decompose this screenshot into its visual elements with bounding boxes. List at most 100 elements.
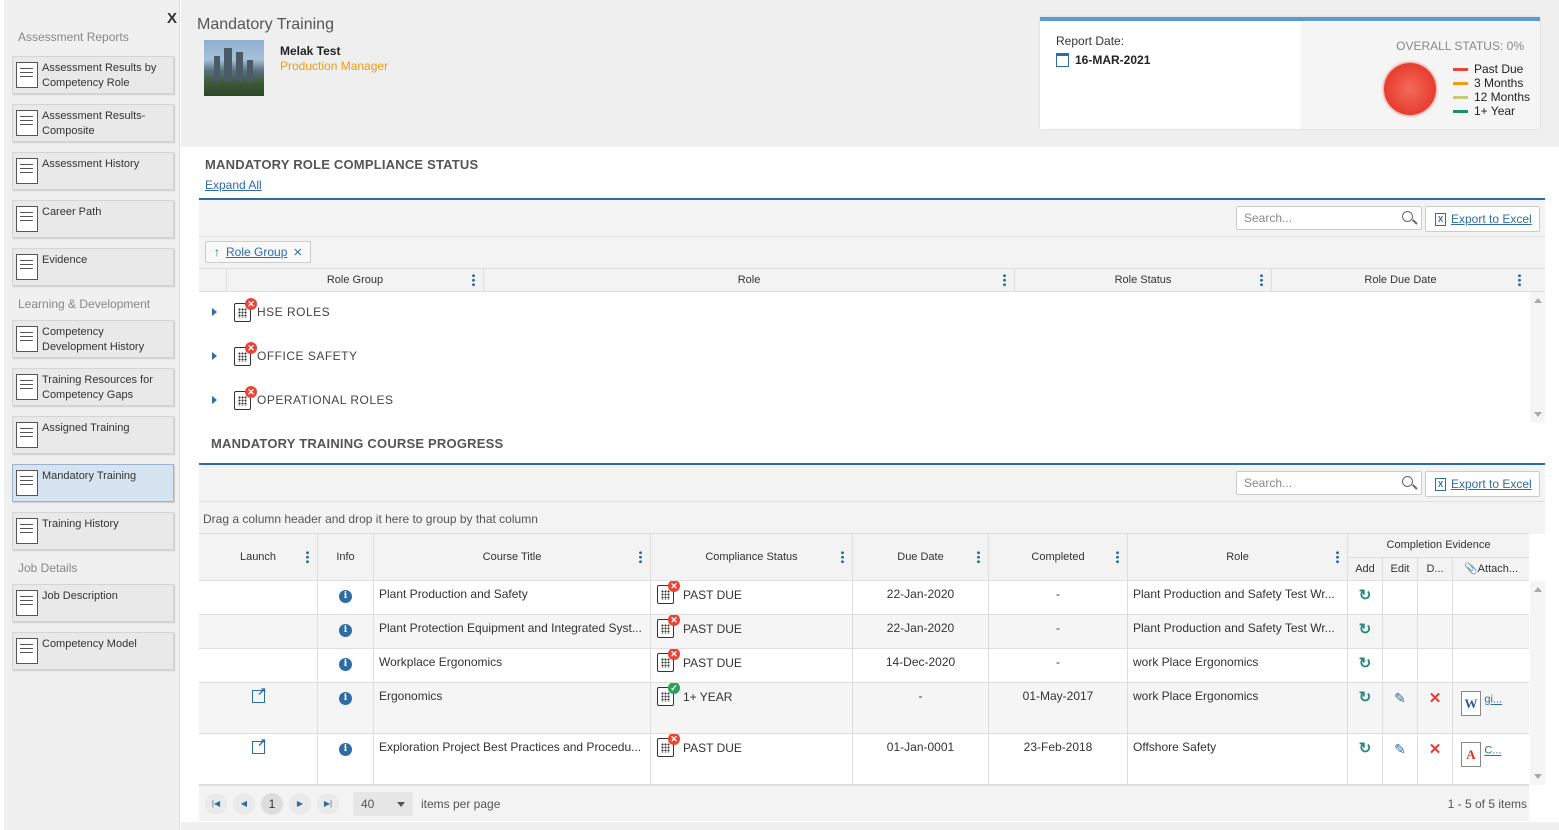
- column-menu-icon[interactable]: [1336, 550, 1339, 564]
- delete-cell: [1418, 581, 1453, 614]
- column-menu-icon[interactable]: [977, 550, 980, 564]
- role-group-row[interactable]: ✕ OFFICE SAFETY: [199, 334, 1529, 378]
- delete-icon[interactable]: ✕: [1429, 740, 1442, 758]
- course-grid-scrollbar[interactable]: [1530, 581, 1545, 785]
- attachment-link[interactable]: C...: [1484, 745, 1501, 757]
- column-header-role-status[interactable]: Role Status: [1015, 269, 1272, 291]
- horizontal-scrollbar[interactable]: [181, 822, 1559, 830]
- sidebar-item-training-history[interactable]: Training History: [12, 512, 174, 550]
- course-group-drop-zone[interactable]: Drag a column header and drop it here to…: [199, 501, 1545, 534]
- clipboard-status-icon: ✕: [234, 341, 257, 366]
- info-icon[interactable]: i: [339, 590, 352, 603]
- course-title-cell: Plant Protection Equipment and Integrate…: [374, 615, 651, 648]
- page-size-select[interactable]: 40: [353, 791, 413, 816]
- add-evidence-icon[interactable]: ↻: [1359, 741, 1372, 756]
- expand-caret-icon[interactable]: [212, 308, 217, 316]
- column-menu-icon[interactable]: [306, 550, 309, 564]
- column-header-add[interactable]: Add: [1348, 557, 1383, 580]
- scroll-down-icon[interactable]: [1534, 412, 1542, 417]
- column-header-attach[interactable]: 📎 Attach...: [1453, 558, 1529, 581]
- close-sidebar-button[interactable]: X: [167, 10, 177, 27]
- column-menu-icon[interactable]: [472, 273, 475, 287]
- column-header-role[interactable]: Role: [484, 269, 1015, 291]
- column-header-due-date[interactable]: Due Date: [853, 534, 989, 580]
- column-header-completed[interactable]: Completed: [989, 534, 1128, 580]
- course-search-input[interactable]: Search...: [1236, 471, 1422, 495]
- column-menu-icon[interactable]: [1518, 273, 1521, 287]
- column-header-launch[interactable]: Launch: [199, 534, 318, 580]
- info-icon[interactable]: i: [339, 658, 352, 671]
- sidebar-item-competency-development-history[interactable]: Competency Development History: [12, 320, 174, 358]
- add-cell: ↻: [1348, 615, 1383, 648]
- launch-icon[interactable]: [251, 685, 267, 703]
- legend-swatch: [1453, 67, 1468, 71]
- column-menu-icon[interactable]: [1116, 550, 1119, 564]
- remove-group-icon[interactable]: ×: [293, 244, 302, 261]
- column-header-info[interactable]: Info: [318, 534, 374, 580]
- prev-page-button[interactable]: ◀: [233, 792, 255, 815]
- sidebar-item-assessment-results-composite[interactable]: Assessment Results-Composite: [12, 104, 174, 142]
- group-chip-role-group[interactable]: ↑ Role Group ×: [205, 241, 312, 263]
- current-page-button[interactable]: 1: [261, 792, 283, 815]
- past-due-badge-icon: ✕: [245, 385, 257, 398]
- column-header-delete[interactable]: D...: [1418, 557, 1453, 580]
- pdf-file-icon[interactable]: A: [1461, 742, 1481, 767]
- info-icon[interactable]: i: [339, 624, 352, 637]
- next-page-button[interactable]: ▶: [289, 792, 311, 815]
- expand-caret-icon[interactable]: [212, 352, 217, 360]
- add-evidence-icon[interactable]: ↻: [1359, 588, 1372, 603]
- expand-caret-icon[interactable]: [212, 396, 217, 404]
- sidebar-item-career-path[interactable]: Career Path: [12, 200, 174, 238]
- role-grid-scrollbar[interactable]: [1530, 292, 1545, 423]
- column-menu-icon[interactable]: [841, 550, 844, 564]
- avatar-building: [236, 52, 243, 82]
- sidebar-item-assigned-training[interactable]: Assigned Training: [12, 416, 174, 454]
- add-evidence-icon[interactable]: ↻: [1359, 656, 1372, 671]
- report-date-pane: Report Date: 16-MAR-2021: [1040, 21, 1301, 129]
- clipboard-status-icon: ✕: [234, 385, 257, 410]
- attach-cell: [1453, 649, 1529, 682]
- column-header-role-group[interactable]: Role Group: [227, 269, 484, 291]
- completed-cell: -: [989, 581, 1128, 614]
- sidebar-item-competency-model[interactable]: Competency Model: [12, 632, 174, 670]
- scroll-down-icon[interactable]: [1534, 774, 1542, 779]
- sidebar-item-assessment-history[interactable]: Assessment History: [12, 152, 174, 190]
- sidebar-item-training-resources[interactable]: Training Resources for Competency Gaps: [12, 368, 174, 406]
- scroll-up-icon[interactable]: [1534, 587, 1542, 592]
- column-menu-icon[interactable]: [639, 550, 642, 564]
- launch-cell: [199, 581, 318, 614]
- role-search-input[interactable]: Search...: [1236, 206, 1422, 230]
- delete-icon[interactable]: ✕: [1429, 689, 1442, 707]
- sidebar-item-job-description[interactable]: Job Description: [12, 584, 174, 622]
- sidebar-item-assessment-results-by-role[interactable]: Assessment Results by Competency Role: [12, 56, 174, 94]
- column-header-course-title[interactable]: Course Title: [374, 534, 651, 580]
- expand-all-link[interactable]: Expand All: [205, 178, 262, 192]
- role-group-row[interactable]: ✕ OPERATIONAL ROLES: [199, 378, 1529, 422]
- edit-cell: ✎: [1383, 683, 1418, 733]
- column-header-role[interactable]: Role: [1128, 534, 1348, 580]
- attach-cell: [1453, 581, 1529, 614]
- add-evidence-icon[interactable]: ↻: [1359, 690, 1372, 705]
- role-export-excel-button[interactable]: X Export to Excel: [1425, 206, 1540, 232]
- first-page-button[interactable]: |◀: [205, 792, 227, 815]
- column-menu-icon[interactable]: [1260, 273, 1263, 287]
- sidebar-item-mandatory-training[interactable]: Mandatory Training: [12, 464, 174, 502]
- column-header-edit[interactable]: Edit: [1383, 557, 1418, 580]
- pencil-icon[interactable]: ✎: [1394, 741, 1406, 758]
- column-menu-icon[interactable]: [1003, 273, 1006, 287]
- add-evidence-icon[interactable]: ↻: [1359, 622, 1372, 637]
- column-header-compliance-status[interactable]: Compliance Status: [651, 534, 853, 580]
- word-file-icon[interactable]: W: [1461, 691, 1481, 716]
- sidebar-item-evidence[interactable]: Evidence: [12, 248, 174, 286]
- attachment-link[interactable]: gi...: [1484, 694, 1502, 706]
- info-icon[interactable]: i: [339, 743, 352, 756]
- pencil-icon[interactable]: ✎: [1394, 690, 1406, 707]
- course-export-excel-button[interactable]: X Export to Excel: [1425, 471, 1540, 497]
- column-header-role-due-date[interactable]: Role Due Date: [1272, 269, 1529, 291]
- column-header-completion-evidence: Completion Evidence Add Edit D... 📎 Attac…: [1348, 534, 1529, 580]
- info-icon[interactable]: i: [339, 692, 352, 705]
- role-group-row[interactable]: ✕ HSE ROLES: [199, 290, 1529, 334]
- scroll-up-icon[interactable]: [1534, 298, 1542, 303]
- launch-icon[interactable]: [251, 736, 267, 754]
- last-page-button[interactable]: ▶|: [317, 792, 339, 815]
